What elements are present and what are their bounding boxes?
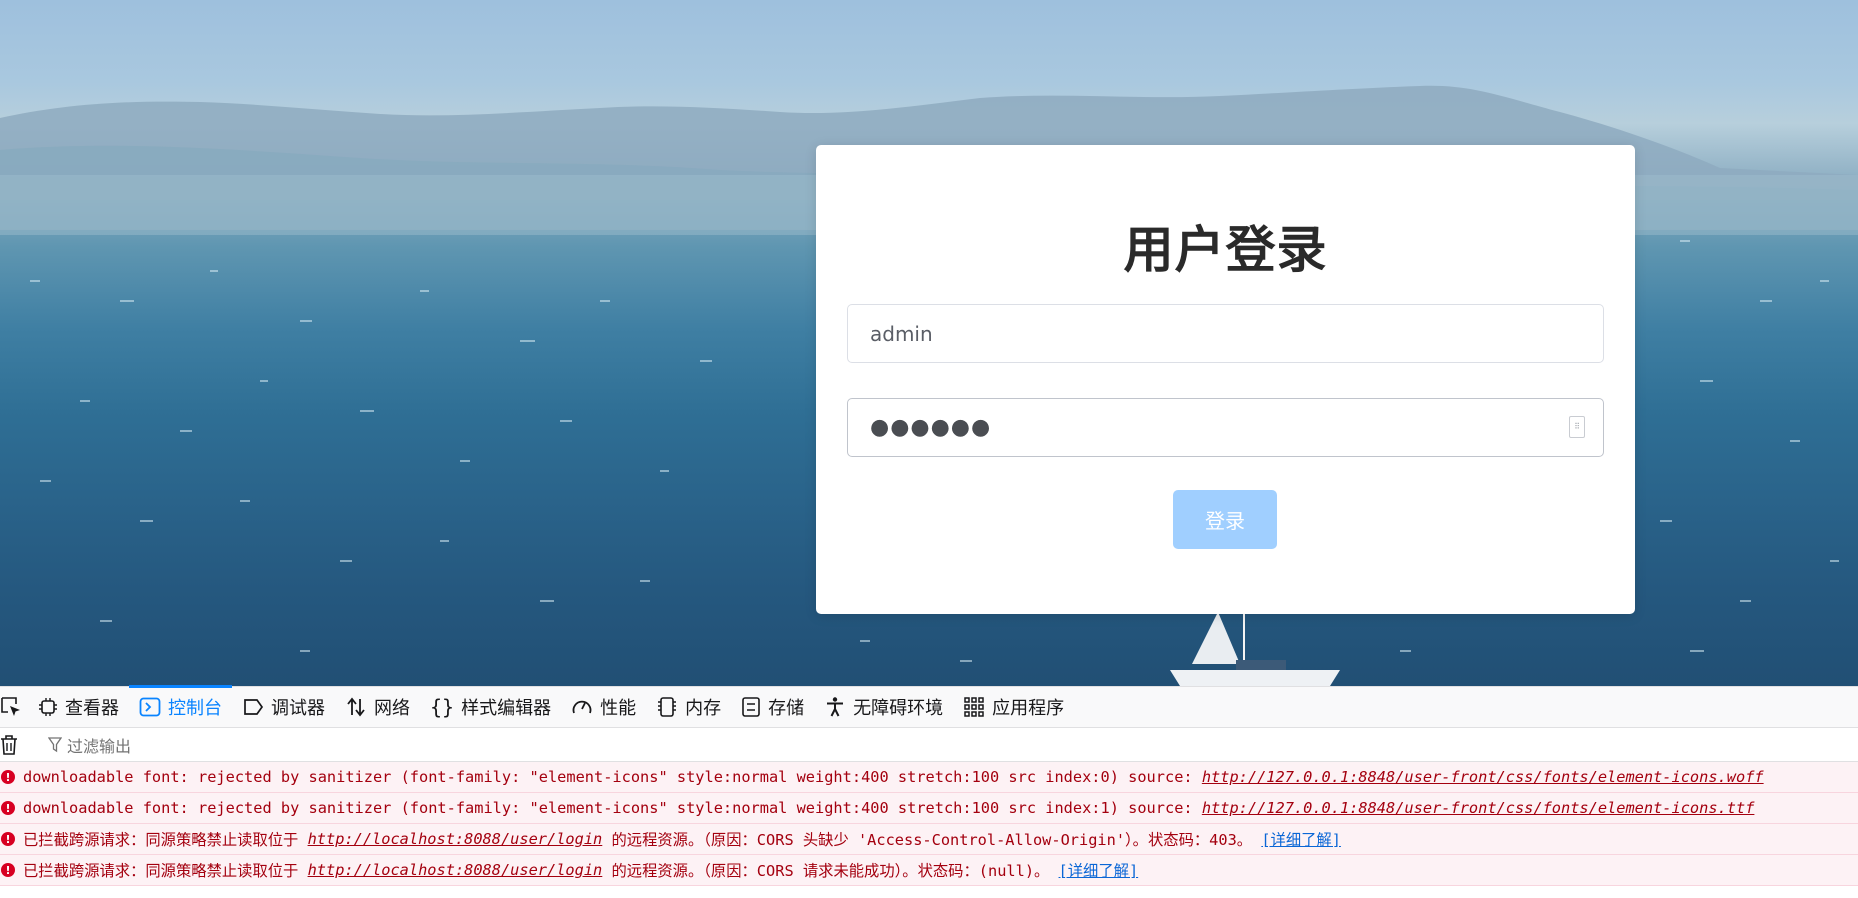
message-suffix: 的远程资源。（原因：CORS 请求未能成功）。状态码：(null)。 bbox=[602, 862, 1059, 880]
login-title: 用户登录 bbox=[1123, 221, 1328, 279]
message-text: downloadable font: rejected by sanitizer… bbox=[23, 799, 1202, 817]
login-card: 用户登录 admin ●●●●●● ⠿ 登录 bbox=[816, 145, 1635, 614]
tab-debugger-label: 调试器 bbox=[271, 698, 325, 719]
username-input[interactable]: admin bbox=[847, 304, 1604, 363]
message-text: 已拦截跨源请求：同源策略禁止读取位于 bbox=[23, 862, 308, 880]
performance-icon bbox=[572, 700, 592, 714]
tab-accessibility[interactable]: 无障碍环境 bbox=[814, 686, 953, 728]
error-icon: ! bbox=[1, 770, 15, 784]
element-picker-icon bbox=[1, 697, 20, 716]
devtools-toolbar: 查看器 控制台 调试器 网络 {} 样式编辑器 性能 内存 存储 无障碍环境 应… bbox=[0, 685, 1858, 728]
message-text: downloadable font: rejected by sanitizer… bbox=[23, 768, 1202, 786]
learn-more-link[interactable]: [详细了解] bbox=[1059, 859, 1139, 881]
error-icon: ! bbox=[1, 863, 15, 877]
tab-storage[interactable]: 存储 bbox=[731, 686, 814, 728]
element-picker-button[interactable] bbox=[0, 686, 28, 728]
message-source-link[interactable]: http://localhost:8088/user/login bbox=[308, 861, 603, 879]
style-editor-icon: {} bbox=[430, 695, 455, 719]
tab-network[interactable]: 网络 bbox=[335, 686, 420, 728]
tab-console-label: 控制台 bbox=[168, 698, 222, 719]
devtools-panel: 查看器 控制台 调试器 网络 {} 样式编辑器 性能 内存 存储 无障碍环境 应… bbox=[0, 685, 1858, 898]
learn-more-link[interactable]: [详细了解] bbox=[1261, 828, 1341, 850]
tab-debugger[interactable]: 调试器 bbox=[232, 686, 335, 728]
tab-storage-label: 存储 bbox=[768, 698, 805, 719]
console-icon bbox=[139, 697, 161, 717]
tab-performance[interactable]: 性能 bbox=[561, 686, 646, 728]
tab-performance-label: 性能 bbox=[600, 698, 637, 719]
console-error-row: ! 已拦截跨源请求：同源策略禁止读取位于 http://localhost:80… bbox=[0, 855, 1858, 886]
tab-application-label: 应用程序 bbox=[992, 698, 1065, 719]
console-error-row: ! downloadable font: rejected by sanitiz… bbox=[0, 793, 1858, 824]
console-error-row: ! downloadable font: rejected by sanitiz… bbox=[0, 762, 1858, 793]
clear-console-button[interactable] bbox=[0, 728, 20, 762]
memory-icon bbox=[658, 697, 677, 717]
username-value: admin bbox=[870, 321, 933, 346]
tab-inspector[interactable]: 查看器 bbox=[28, 686, 129, 728]
tab-style-editor[interactable]: {} 样式编辑器 bbox=[420, 686, 561, 728]
inspector-icon bbox=[39, 698, 57, 716]
storage-icon bbox=[742, 697, 760, 717]
console-error-row: ! 已拦截跨源请求：同源策略禁止读取位于 http://localhost:80… bbox=[0, 824, 1858, 855]
application-icon bbox=[964, 697, 984, 717]
tab-memory-label: 内存 bbox=[685, 698, 722, 719]
error-icon: ! bbox=[1, 801, 15, 815]
filter-placeholder: 过滤输出 bbox=[67, 736, 132, 756]
trash-icon bbox=[1, 734, 17, 755]
login-button[interactable]: 登录 bbox=[1173, 490, 1277, 549]
tab-style-editor-label: 样式编辑器 bbox=[461, 698, 552, 719]
message-source-link[interactable]: http://127.0.0.1:8848/user-front/css/fon… bbox=[1202, 799, 1755, 817]
message-text: 已拦截跨源请求：同源策略禁止读取位于 bbox=[23, 831, 308, 849]
error-icon: ! bbox=[1, 832, 15, 846]
filter-output-input[interactable]: 过滤输出 bbox=[48, 733, 131, 757]
sailboat bbox=[1170, 612, 1340, 686]
tab-network-label: 网络 bbox=[374, 698, 410, 719]
debugger-icon bbox=[244, 699, 264, 715]
tab-memory[interactable]: 内存 bbox=[646, 686, 731, 728]
console-messages: ! downloadable font: rejected by sanitiz… bbox=[0, 762, 1858, 886]
tab-inspector-label: 查看器 bbox=[65, 698, 119, 719]
tab-accessibility-label: 无障碍环境 bbox=[853, 698, 944, 719]
password-input[interactable]: ●●●●●● ⠿ bbox=[847, 398, 1604, 457]
message-source-link[interactable]: http://127.0.0.1:8848/user-front/css/fon… bbox=[1202, 768, 1764, 786]
tab-console[interactable]: 控制台 bbox=[129, 685, 232, 728]
password-value: ●●●●●● bbox=[870, 415, 992, 440]
accessibility-icon bbox=[827, 697, 844, 717]
console-filter-bar: 过滤输出 bbox=[0, 728, 1858, 762]
message-source-link[interactable]: http://localhost:8088/user/login bbox=[308, 830, 603, 848]
filter-icon bbox=[48, 736, 62, 752]
tab-application[interactable]: 应用程序 bbox=[953, 686, 1074, 728]
password-manager-icon[interactable]: ⠿ bbox=[1569, 416, 1585, 438]
message-suffix: 的远程资源。（原因：CORS 头缺少 'Access-Control-Allow… bbox=[602, 831, 1262, 849]
network-icon bbox=[347, 697, 365, 717]
